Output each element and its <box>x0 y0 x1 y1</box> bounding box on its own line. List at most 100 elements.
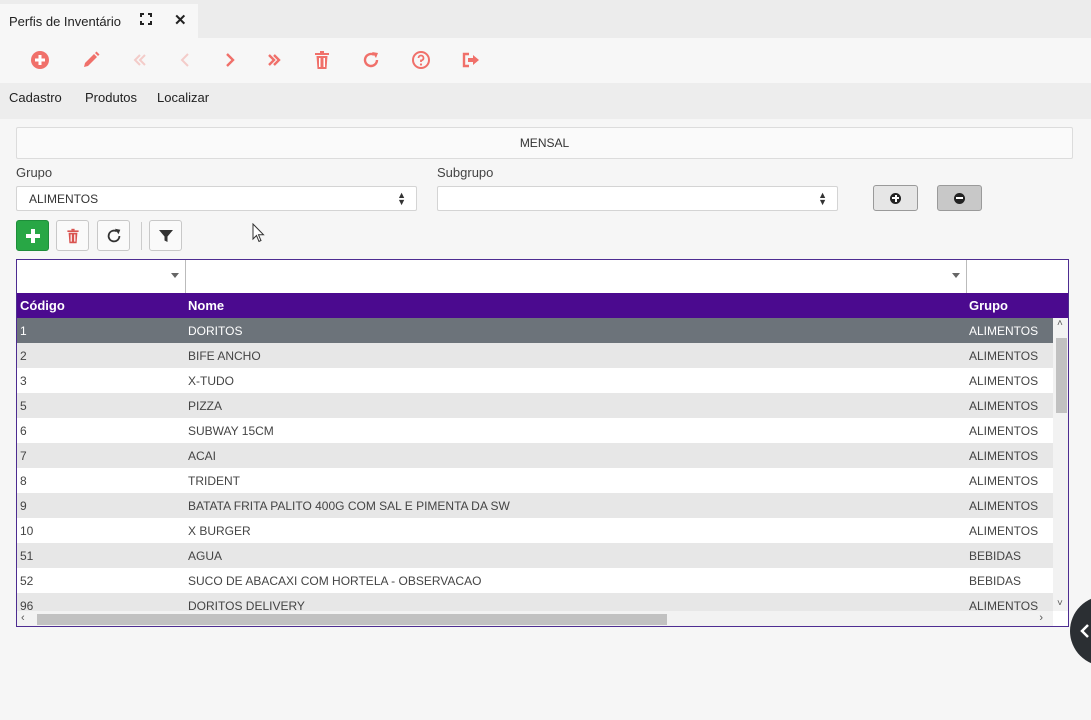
refresh-icon <box>107 228 120 242</box>
scroll-thumb[interactable] <box>1056 338 1067 413</box>
vertical-scrollbar[interactable]: ˄ ˅ <box>1053 318 1068 611</box>
cell-codigo: 7 <box>20 449 27 463</box>
table-row[interactable]: 10 X BURGER ALIMENTOS <box>17 518 1053 543</box>
subgrupo-label: Subgrupo <box>437 165 494 180</box>
cell-nome: X BURGER <box>188 524 251 538</box>
cell-codigo: 2 <box>20 349 27 363</box>
toolbar <box>0 38 1091 83</box>
cell-codigo: 8 <box>20 474 27 488</box>
cell-grupo: ALIMENTOS <box>969 324 1039 338</box>
filter-grupo[interactable] <box>967 260 1068 293</box>
reload-grid-button[interactable] <box>97 220 130 251</box>
edit-pencil-icon[interactable] <box>80 49 102 71</box>
table-row[interactable]: 5 PIZZA ALIMENTOS <box>17 393 1053 418</box>
select-caret-icon: ▲ ▼ <box>818 190 827 207</box>
close-tab-icon[interactable]: ✕ <box>174 11 187 29</box>
add-item-button[interactable] <box>16 220 49 251</box>
menu-cadastro[interactable]: Cadastro <box>9 90 62 105</box>
trash-icon <box>66 228 79 243</box>
mouse-cursor-icon <box>252 223 265 243</box>
column-header-nome[interactable]: Nome <box>188 298 224 313</box>
table-row[interactable]: 3 X-TUDO ALIMENTOS <box>17 368 1053 393</box>
table-row[interactable]: 51 AGUA BEBIDAS <box>17 543 1053 568</box>
cell-nome: BIFE ANCHO <box>188 349 261 363</box>
subgrupo-select[interactable]: ▲ ▼ <box>437 186 838 211</box>
cell-grupo: ALIMENTOS <box>969 424 1039 438</box>
grid-filter-row <box>17 260 1068 293</box>
horizontal-scrollbar[interactable]: ‹ › <box>17 611 1053 626</box>
cell-nome: AGUA <box>188 549 223 563</box>
table-row[interactable]: 9 BATATA FRITA PALITO 400G COM SAL E PIME… <box>17 493 1053 518</box>
cell-grupo: ALIMENTOS <box>969 374 1039 388</box>
menu-localizar[interactable]: Localizar <box>157 90 209 105</box>
menu-produtos[interactable]: Produtos <box>85 90 137 105</box>
menu-bar: Cadastro Produtos Localizar <box>0 83 1091 119</box>
table-row[interactable]: 1 DORITOS ALIMENTOS <box>17 318 1053 343</box>
cell-nome: TRIDENT <box>188 474 240 488</box>
profile-title: MENSAL <box>16 127 1073 159</box>
plus-circle-icon <box>890 192 901 204</box>
cell-grupo: BEBIDAS <box>969 549 1022 563</box>
previous-record-icon[interactable] <box>175 49 197 71</box>
exit-icon[interactable] <box>460 49 482 71</box>
toolbar-divider <box>141 222 142 250</box>
cell-codigo: 52 <box>20 574 34 588</box>
filter-nome[interactable] <box>186 260 967 293</box>
column-header-codigo[interactable]: Código <box>20 298 65 313</box>
tab-perfis-inventario[interactable]: Perfis de Inventário ✕ <box>0 4 198 38</box>
cell-codigo: 96 <box>20 599 34 611</box>
grid-body: 1 DORITOS ALIMENTOS 2 BIFE ANCHO ALIMENTOS 3 X-… <box>17 318 1053 611</box>
first-record-icon[interactable] <box>129 49 151 71</box>
cell-grupo: BEBIDAS <box>969 574 1022 588</box>
filter-button[interactable] <box>149 220 182 251</box>
last-record-icon[interactable] <box>263 49 285 71</box>
select-caret-icon: ▲ ▼ <box>397 190 406 207</box>
table-row[interactable]: 6 SUBWAY 15CM ALIMENTOS <box>17 418 1053 443</box>
grupo-label: Grupo <box>16 165 53 180</box>
remove-subgroup-button[interactable] <box>937 185 982 211</box>
dropdown-arrow-icon <box>952 273 960 278</box>
maximize-icon[interactable] <box>140 13 152 25</box>
grid-header: Código Nome Grupo <box>17 293 1068 318</box>
cell-nome: PIZZA <box>188 399 223 413</box>
scroll-thumb[interactable] <box>37 614 667 625</box>
cell-nome: DORITOS <box>188 324 243 338</box>
cell-codigo: 51 <box>20 549 34 563</box>
table-row[interactable]: 52 SUCO DE ABACAXI COM HORTELA - OBSERVAC… <box>17 568 1053 593</box>
cell-nome: ACAI <box>188 449 217 463</box>
delete-item-button[interactable] <box>56 220 89 251</box>
table-row[interactable]: 2 BIFE ANCHO ALIMENTOS <box>17 343 1053 368</box>
table-row[interactable]: 7 ACAI ALIMENTOS <box>17 443 1053 468</box>
chevron-left-icon <box>1080 624 1089 638</box>
cell-grupo: ALIMENTOS <box>969 499 1039 513</box>
scroll-right-icon[interactable]: › <box>1039 612 1043 624</box>
help-icon[interactable] <box>410 49 432 71</box>
cell-grupo: ALIMENTOS <box>969 349 1039 363</box>
cell-nome: BATATA FRITA PALITO 400G COM SAL E PIMEN… <box>188 499 510 513</box>
minus-circle-icon <box>954 192 965 204</box>
cell-grupo: ALIMENTOS <box>969 449 1039 463</box>
add-icon[interactable] <box>29 49 51 71</box>
cell-codigo: 10 <box>20 524 34 538</box>
next-record-icon[interactable] <box>218 49 240 71</box>
add-subgroup-button[interactable] <box>873 185 918 211</box>
scroll-left-icon[interactable]: ‹ <box>21 612 25 624</box>
cell-grupo: ALIMENTOS <box>969 524 1039 538</box>
table-row[interactable]: 96 DORITOS DELIVERY ALIMENTOS <box>17 593 1053 611</box>
plus-icon <box>25 228 40 243</box>
filter-codigo[interactable] <box>17 260 186 293</box>
grupo-value: ALIMENTOS <box>29 191 99 206</box>
scroll-up-icon[interactable]: ˄ <box>1057 318 1063 329</box>
cell-codigo: 6 <box>20 424 27 438</box>
delete-trash-icon[interactable] <box>311 49 333 71</box>
cell-codigo: 9 <box>20 499 27 513</box>
cell-nome: DORITOS DELIVERY <box>188 599 305 611</box>
tab-title: Perfis de Inventário <box>9 13 122 29</box>
grupo-select[interactable]: ALIMENTOS ▲ ▼ <box>16 186 417 211</box>
cell-codigo: 3 <box>20 374 27 388</box>
scroll-down-icon[interactable]: ˅ <box>1057 598 1063 609</box>
column-header-grupo[interactable]: Grupo <box>969 298 1008 313</box>
refresh-icon[interactable] <box>360 49 382 71</box>
table-row[interactable]: 8 TRIDENT ALIMENTOS <box>17 468 1053 493</box>
tab-bar: Perfis de Inventário ✕ <box>0 0 1091 38</box>
